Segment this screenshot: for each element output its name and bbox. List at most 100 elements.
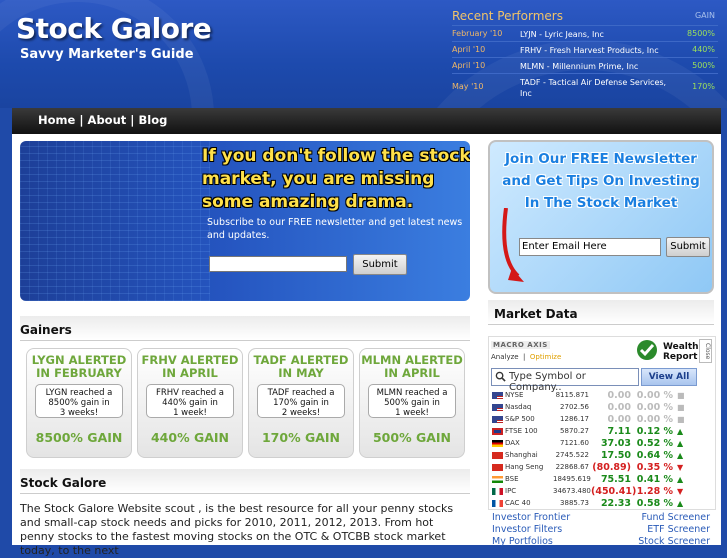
view-all-button[interactable]: View All — [641, 368, 697, 386]
market-row[interactable]: BSE 18495.619 75.51 0.41 % ▲ — [491, 474, 713, 486]
gainer-card[interactable]: MLMN ALERTED IN APRIL MLMN reached a 500% … — [359, 348, 465, 458]
nav-about[interactable]: About — [88, 113, 127, 127]
gainer-card[interactable]: LYGN ALERTED IN FEBRUARY LYGN reached a 85… — [26, 348, 132, 458]
performer-row[interactable]: April '10 MLMN - Millennium Prime, Inc 5… — [452, 57, 718, 73]
index-percent: 0.35 % — [636, 462, 673, 473]
index-price: 5870.27 — [560, 427, 589, 435]
newsletter-submit-button[interactable]: Submit — [666, 237, 710, 257]
up-arrow-icon: ▲ — [677, 451, 684, 460]
market-row[interactable]: DAX 7121.60 37.03 0.52 % ▲ — [491, 438, 713, 450]
card-gain: 500% GAIN — [372, 430, 451, 445]
macroaxis-logo[interactable]: MACRO AXIS — [491, 341, 550, 349]
performer-gain: 170% — [692, 82, 715, 91]
card-detail: LYGN reached a 8500% gain in 3 weeks! — [35, 384, 123, 418]
market-row[interactable]: NYSE 8115.871 0.00 0.00 % ■ — [491, 390, 713, 402]
index-name[interactable]: IPC — [505, 487, 516, 495]
in-flag-icon — [492, 476, 503, 483]
performer-row[interactable]: May '10 TADF - Tactical Air Defense Serv… — [452, 73, 718, 100]
stock-galore-title: Stock Galore — [20, 469, 470, 493]
us-flag-icon — [492, 392, 503, 399]
link-etf-screener[interactable]: ETF Screener — [647, 524, 710, 536]
symbol-search-input[interactable]: Type Symbol or Company.. — [491, 368, 639, 393]
performer-description[interactable]: LYJN - Lyric Jeans, Inc — [520, 29, 680, 40]
us-flag-icon — [492, 404, 503, 411]
index-price: 18495.619 — [553, 475, 591, 483]
performer-row[interactable]: February '10 LYJN - Lyric Jeans, Inc 850… — [452, 25, 718, 41]
index-change: 0.00 — [607, 390, 631, 401]
performer-description[interactable]: MLMN - Millennium Prime, Inc — [520, 61, 680, 72]
index-name[interactable]: DAX — [505, 439, 520, 447]
banner-submit-button[interactable]: Submit — [353, 254, 407, 275]
performer-month: May '10 — [452, 82, 484, 91]
search-icon — [495, 371, 506, 382]
market-row[interactable]: FTSE 100 5870.27 7.11 0.12 % ▲ — [491, 426, 713, 438]
index-name[interactable]: S&P 500 — [505, 415, 535, 423]
performer-description[interactable]: FRHV - Fresh Harvest Products, Inc — [520, 45, 680, 56]
market-row[interactable]: Nasdaq 2702.56 0.00 0.00 % ■ — [491, 402, 713, 414]
site-logo[interactable]: Stock Galore — [16, 12, 212, 45]
link-my-portfolios[interactable]: My Portfolios — [492, 536, 553, 548]
tab-analyze[interactable]: Analyze — [491, 353, 519, 361]
newsletter-signup: Join Our FREE Newsletter and Get Tips On… — [488, 140, 714, 294]
performer-gain: 440% — [692, 45, 715, 54]
widget-close-button[interactable]: Close — [699, 339, 712, 363]
link-investor-filters[interactable]: Investor Filters — [492, 524, 562, 536]
index-name[interactable]: Shanghai — [505, 451, 538, 459]
card-gain: 170% GAIN — [261, 430, 340, 445]
stock-galore-section-header: Stock Galore — [20, 469, 470, 494]
tab-optimize[interactable]: Optimize — [530, 353, 561, 361]
recent-performers-title: Recent Performers — [452, 9, 563, 23]
market-row[interactable]: CAC 40 3885.73 22.33 0.58 % ▲ — [491, 498, 713, 510]
neutral-icon: ■ — [677, 391, 685, 400]
market-row[interactable]: Shanghai 2745.522 17.50 0.64 % ▲ — [491, 450, 713, 462]
gain-column-label: GAIN — [694, 11, 715, 20]
down-arrow-icon: ▼ — [677, 487, 684, 496]
card-subtitle: IN FEBRUARY — [36, 366, 122, 380]
wealth-report-icon — [637, 340, 657, 360]
performer-row[interactable]: April '10 FRHV - Fresh Harvest Products,… — [452, 41, 718, 57]
market-row[interactable]: IPC 34673.480 (450.41) 1.28 % ▼ — [491, 486, 713, 498]
de-flag-icon — [492, 440, 503, 447]
index-name[interactable]: Hang Seng — [505, 463, 543, 471]
index-change: (450.41) — [591, 486, 637, 497]
index-price: 22868.67 — [555, 463, 589, 471]
nav-home[interactable]: Home — [38, 113, 75, 127]
card-detail: FRHV reached a 440% gain in 1 week! — [146, 384, 234, 418]
performer-gain: 500% — [692, 61, 715, 70]
index-change: 22.33 — [600, 498, 631, 509]
link-fund-screener[interactable]: Fund Screener — [642, 512, 710, 524]
index-price: 8115.871 — [555, 391, 589, 399]
market-row[interactable]: Hang Seng 22868.67 (80.89) 0.35 % ▼ — [491, 462, 713, 474]
link-investor-frontier[interactable]: Investor Frontier — [492, 512, 570, 524]
index-name[interactable]: Nasdaq — [505, 403, 531, 411]
index-name[interactable]: FTSE 100 — [505, 427, 538, 435]
index-name[interactable]: CAC 40 — [505, 499, 531, 507]
index-price: 2702.56 — [560, 403, 589, 411]
banner-email-input[interactable] — [209, 256, 347, 272]
up-arrow-icon: ▲ — [677, 475, 684, 484]
newsletter-banner: If you don't follow the stock market, yo… — [20, 141, 470, 301]
nav-separator: | — [79, 113, 84, 127]
performer-month: April '10 — [452, 45, 486, 54]
site-tagline: Savvy Marketer's Guide — [20, 47, 194, 62]
gainer-card[interactable]: FRHV ALERTED IN APRIL FRHV reached a 440% … — [137, 348, 243, 458]
wealth-report-link[interactable]: Wealth Report — [635, 339, 699, 363]
uk-flag-icon — [492, 428, 503, 435]
index-price: 3885.73 — [560, 499, 589, 507]
neutral-icon: ■ — [677, 415, 685, 424]
nav-blog[interactable]: Blog — [139, 113, 168, 127]
gainer-card[interactable]: TADF ALERTED IN MAY TADF reached a 170% ga… — [248, 348, 354, 458]
index-price: 1286.17 — [560, 415, 589, 423]
stock-ticker-graphic — [20, 141, 210, 301]
card-gain: 8500% GAIN — [35, 430, 123, 445]
index-change: (80.89) — [592, 462, 631, 473]
market-row[interactable]: S&P 500 1286.17 0.00 0.00 % ■ — [491, 414, 713, 426]
link-stock-screener[interactable]: Stock Screener — [638, 536, 710, 548]
macroaxis-widget: MACRO AXIS Analyze | Optimize Wealth Repo… — [488, 336, 716, 510]
newsletter-email-input[interactable]: Enter Email Here — [519, 238, 661, 256]
widget-tabs: Analyze | Optimize — [491, 353, 562, 361]
performer-description[interactable]: TADF - Tactical Air Defense Services, In… — [520, 77, 680, 99]
site-header: Stock Galore Savvy Marketer's Guide Rece… — [0, 0, 727, 108]
index-name[interactable]: BSE — [505, 475, 519, 483]
index-name[interactable]: NYSE — [505, 391, 523, 399]
